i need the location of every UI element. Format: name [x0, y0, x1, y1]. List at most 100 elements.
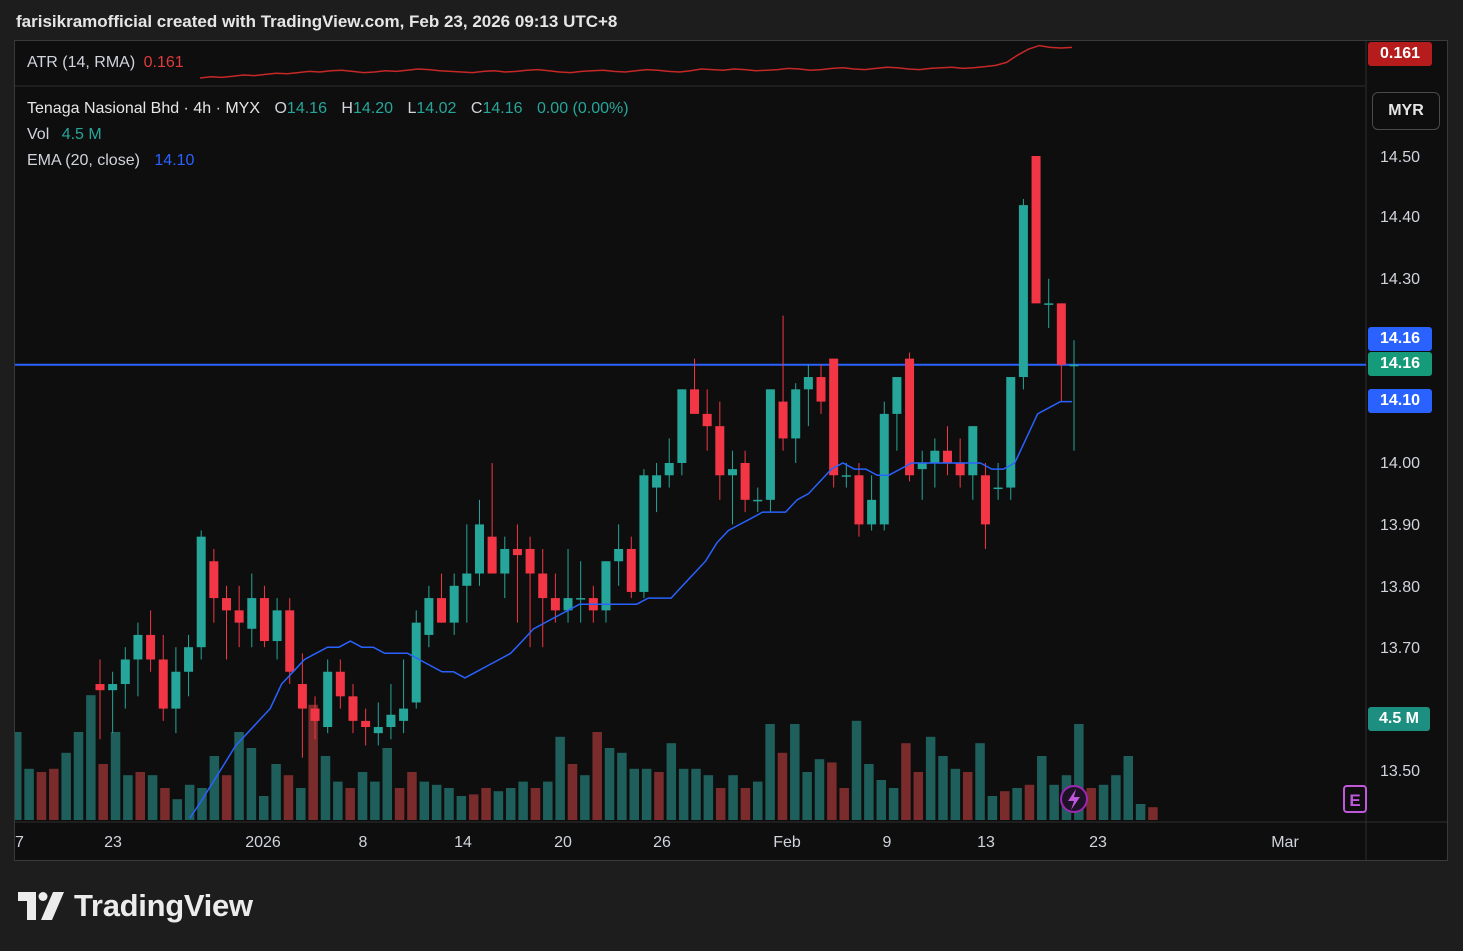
tradingview-brand[interactable]: TradingView: [18, 886, 253, 926]
candle-body: [1006, 377, 1016, 488]
currency-button[interactable]: MYR: [1372, 92, 1440, 130]
volume-bar: [160, 788, 170, 820]
time-tick-label: 23: [1089, 834, 1107, 851]
symbol-title: Tenaga Nasional Bhd · 4h · MYX: [27, 100, 261, 117]
volume-bar: [506, 788, 516, 820]
tradingview-logo-icon: [18, 892, 64, 920]
time-tick-label: 20: [554, 834, 572, 851]
volume-bar: [1049, 784, 1059, 820]
atr-line: [199, 44, 1073, 79]
candle-body: [310, 708, 320, 721]
candle-body: [639, 475, 649, 592]
volume-bar: [938, 756, 948, 820]
volume-bar: [394, 788, 405, 820]
volume-bar: [1123, 756, 1133, 820]
close-label: C: [470, 100, 483, 117]
price-tick-label: 14.00: [1380, 455, 1420, 472]
volume-bar: [827, 762, 837, 820]
volume-bar: [246, 748, 257, 820]
volume-bar: [493, 791, 504, 820]
candle-body: [1031, 156, 1041, 304]
candle-body: [917, 463, 927, 470]
candle-body: [791, 389, 801, 439]
volume-bar: [419, 781, 430, 820]
vol-label: Vol: [27, 126, 50, 143]
candle-body: [285, 610, 295, 672]
volume-bar: [345, 788, 355, 820]
candle-body: [626, 548, 636, 592]
volume-bar: [1098, 784, 1109, 820]
candle-body: [361, 720, 371, 728]
symbol-legend: Tenaga Nasional Bhd · 4h · MYX O14.16 H1…: [27, 100, 633, 118]
volume-bar: [283, 775, 294, 820]
volume-bar: [592, 732, 602, 820]
volume-bar: [36, 772, 47, 820]
volume-bar: [296, 788, 306, 820]
high-value: 14.20: [352, 100, 394, 117]
volume-bar: [962, 772, 973, 820]
candle-body: [980, 475, 990, 525]
candle-body: [171, 671, 181, 709]
atr-legend: ATR (14, RMA) 0.161: [27, 54, 188, 72]
candle-body: [702, 413, 712, 427]
volume-bar: [1148, 807, 1158, 820]
candle-body: [905, 358, 915, 476]
candle-body: [664, 463, 674, 476]
volume-bar: [728, 775, 738, 820]
chart-frame[interactable]: 13.50 13.70 13.80 13.90 14.00 14.30 14.40 14.50…: [14, 40, 1448, 861]
ema-badge: 14.10: [1368, 389, 1432, 413]
volume-bar: [654, 772, 664, 820]
candle-body: [943, 450, 953, 463]
price-tick-label: 14.50: [1380, 149, 1420, 166]
volume-bar: [431, 784, 442, 820]
open-value: 14.16: [286, 100, 327, 117]
volume-bar: [481, 788, 491, 820]
volume-bar: [271, 764, 281, 820]
volume-bar: [851, 720, 862, 820]
candle-body: [614, 548, 624, 562]
candle-body: [462, 573, 472, 586]
time-tick-label: 8: [359, 834, 368, 851]
volume-bar: [765, 724, 775, 820]
volume-bar: [259, 796, 269, 820]
candle-body: [512, 548, 522, 556]
volume-bar: [456, 796, 467, 820]
candle-body: [968, 426, 978, 476]
volume-bar: [740, 788, 751, 820]
volume-bar: [61, 752, 71, 820]
time-tick-label: 2026: [245, 834, 281, 851]
candle-body: [348, 696, 358, 721]
candle-body: [778, 401, 788, 439]
candle-body: [930, 450, 940, 463]
volume-bar: [802, 772, 812, 820]
volume-bar: [1012, 788, 1022, 820]
candle-body: [297, 684, 307, 709]
candle-body: [715, 426, 725, 476]
volume-bar: [715, 788, 726, 820]
time-tick-label: 26: [653, 834, 671, 851]
volume-bar: [530, 788, 541, 820]
time-tick-label: 7: [15, 834, 24, 851]
volume-bar: [73, 732, 84, 820]
candle-body: [740, 463, 750, 500]
candle-body: [525, 548, 535, 574]
candle-body: [209, 561, 219, 599]
volume-bar: [691, 768, 701, 820]
volume-bar: [666, 743, 677, 820]
candle-body: [247, 598, 257, 629]
candle-body: [424, 598, 434, 635]
chart-canvas[interactable]: 13.50 13.70 13.80 13.90 14.00 14.30 14.40 14.50…: [15, 41, 1447, 860]
volume-bar: [86, 695, 96, 820]
atr-badge: 0.161: [1368, 42, 1432, 66]
volume-bar: [357, 772, 368, 820]
candle-body: [576, 598, 586, 600]
volume-bar: [123, 775, 133, 820]
volume-bar: [703, 775, 714, 820]
candle-body: [803, 377, 813, 390]
volume-bar: [1000, 791, 1010, 820]
low-value: 14.02: [416, 100, 457, 117]
price-tick-label: 13.70: [1380, 640, 1420, 657]
volume-bar: [925, 736, 936, 820]
candle-body: [538, 573, 548, 599]
volume-bar: [543, 781, 553, 820]
